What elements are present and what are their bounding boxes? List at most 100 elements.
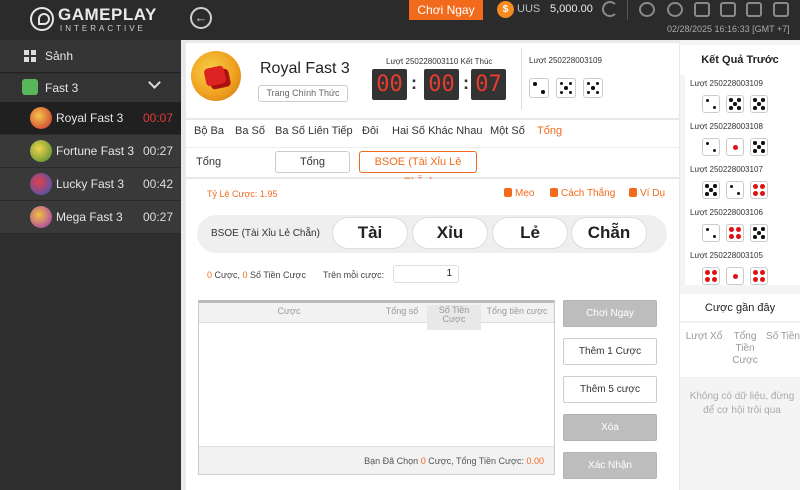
clear-button[interactable]: Xóa xyxy=(563,414,657,441)
die-pip xyxy=(705,184,709,188)
option-tai-button[interactable]: Tài xyxy=(332,217,408,249)
sidebar-item-countdown: 00:27 xyxy=(142,144,173,158)
tab-bo-ba[interactable]: Bộ Ba xyxy=(194,125,224,137)
die-pip xyxy=(712,277,718,283)
die-pip xyxy=(568,81,573,86)
previous-results-title: Kết Quả Trước xyxy=(680,45,800,75)
subtab-label: Tổng xyxy=(196,156,222,168)
sidebar-group-label: Fast 3 xyxy=(45,81,79,95)
book-icon[interactable] xyxy=(746,2,762,17)
tips-link[interactable]: Mẹo xyxy=(504,188,534,199)
die-pip xyxy=(761,235,765,239)
tab-ba-so[interactable]: Ba Số xyxy=(235,125,265,137)
die-pip xyxy=(753,98,757,102)
notes-icon[interactable] xyxy=(720,2,736,17)
tab-doi[interactable]: Đôi xyxy=(362,125,379,137)
tab-ba-so-lien-tiep[interactable]: Ba Số Liên Tiếp xyxy=(275,125,353,137)
sidebar-item-mega-fast-3[interactable]: Mega Fast 3 00:27 xyxy=(0,201,181,234)
die-pip xyxy=(736,191,741,196)
rules-icon[interactable] xyxy=(773,2,789,17)
currency-code: UUS xyxy=(517,3,541,15)
column-amount: Số Tiền xyxy=(766,331,800,342)
column-total-bet: Tổng tiền cược xyxy=(486,306,548,316)
die-pip xyxy=(761,141,765,145)
die-pip xyxy=(705,98,710,103)
sidebar-group-fast3[interactable]: Fast 3 xyxy=(0,74,181,102)
top-bar: GAMEPLAY INTERACTIVE ← Chơi Ngay $ UUS 5… xyxy=(0,0,800,40)
die-pip xyxy=(757,231,761,235)
sidebar-item-fortune-fast-3[interactable]: Fortune Fast 3 00:27 xyxy=(0,135,181,168)
sidebar-item-label: Lucky Fast 3 xyxy=(56,177,125,191)
timer-seconds: 07 xyxy=(471,69,506,100)
die-face-2-icon xyxy=(702,138,720,156)
die-pip xyxy=(757,145,761,149)
die-pip xyxy=(760,183,766,189)
odds-ratio: Tỷ Lệ Cược: 1.95 xyxy=(207,189,278,199)
sidebar-item-royal-fast-3[interactable]: Royal Fast 3 00:07 xyxy=(0,102,181,135)
die-pip xyxy=(761,149,765,153)
die-pip xyxy=(712,148,717,153)
tab-hai-so-khac-nhau[interactable]: Hai Số Khác Nhau xyxy=(392,125,483,137)
die-pip xyxy=(541,90,545,94)
die-pip xyxy=(760,191,766,197)
die-pip xyxy=(761,106,765,110)
example-link[interactable]: Ví Dụ xyxy=(629,188,665,199)
summary-mid: Cược, Tổng Tiền Cược: xyxy=(428,456,524,466)
die-pip xyxy=(564,86,568,90)
subtab-bsoe-button[interactable]: BSOE (Tài Xỉu Lẻ Chẵn) xyxy=(359,151,477,188)
sidebar-item-lucky-fast-3[interactable]: Lucky Fast 3 00:42 xyxy=(0,168,181,201)
die-pip xyxy=(732,144,738,150)
die-pip xyxy=(760,269,766,275)
options-label: BSOE (Tài Xỉu Lẻ Chẵn) xyxy=(211,228,320,239)
option-chan-button[interactable]: Chẵn xyxy=(571,217,647,249)
previous-round-label: Lượt 250228003109 xyxy=(529,56,602,65)
refresh-icon[interactable] xyxy=(602,1,618,17)
option-le-button[interactable]: Lẻ xyxy=(492,217,568,249)
confirm-button[interactable]: Xác Nhận xyxy=(563,452,657,479)
die-face-5-icon xyxy=(583,78,603,98)
book-icon xyxy=(550,188,558,197)
add-5-bets-button[interactable]: Thêm 5 cược xyxy=(563,376,657,403)
per-bet-input[interactable]: 1 xyxy=(393,265,459,283)
die-pip xyxy=(753,235,757,239)
column-bet: Cược xyxy=(277,306,301,316)
timer-colon: : xyxy=(411,73,417,93)
settings-icon[interactable] xyxy=(639,2,655,17)
die-face-2-icon xyxy=(702,224,720,242)
sidebar-lobby[interactable]: Sảnh xyxy=(0,40,181,73)
document-icon[interactable] xyxy=(694,2,710,17)
die-pip xyxy=(753,141,757,145)
die-face-4-icon xyxy=(750,181,768,199)
subtab-tong-button[interactable]: Tổng xyxy=(275,151,350,173)
column-round: Lượt Xổ xyxy=(685,331,723,342)
column-bet-amount: Số Tiền Cược xyxy=(427,305,481,330)
current-round-label: Lượt 250228003110 Kết Thúc xyxy=(386,57,493,66)
sidebar-item-countdown: 00:07 xyxy=(142,111,173,125)
play-now-top-button[interactable]: Chơi Ngay xyxy=(409,0,483,20)
brand-logo[interactable]: GAMEPLAY INTERACTIVE xyxy=(0,0,181,40)
grid-icon xyxy=(24,50,36,62)
tips-label: Mẹo xyxy=(515,188,535,199)
back-arrow-icon[interactable]: ← xyxy=(190,7,212,29)
how-to-win-link[interactable]: Cách Thắng xyxy=(550,188,615,199)
option-xiu-button[interactable]: Xỉu xyxy=(412,217,488,249)
history-icon[interactable] xyxy=(667,2,683,17)
die-pip xyxy=(752,183,758,189)
die-face-5-icon xyxy=(750,138,768,156)
table-header: Cược Tổng số Số Tiền Cược Tổng tiền cược xyxy=(199,303,554,330)
die-pip xyxy=(712,105,717,110)
bsoe-options: BSOE (Tài Xỉu Lẻ Chẵn) Tài Xỉu Lẻ Chẵn xyxy=(197,215,667,253)
die-face-4-icon xyxy=(702,267,720,285)
tab-mot-so[interactable]: Một Số xyxy=(490,125,525,137)
tab-tong[interactable]: Tổng xyxy=(537,125,562,137)
royal-fast-3-icon xyxy=(30,107,52,129)
official-site-button[interactable]: Trang Chính Thức xyxy=(258,85,348,102)
bet-amount-label: Số Tiền Cược xyxy=(250,270,306,280)
play-now-button[interactable]: Chơi Ngay xyxy=(563,300,657,327)
add-1-bet-button[interactable]: Thêm 1 Cược xyxy=(563,338,657,365)
sidebar-item-label: Fortune Fast 3 xyxy=(56,144,135,158)
die-pip xyxy=(761,98,765,102)
subtab-row: Tổng Tổng BSOE (Tài Xỉu Lẻ Chẵn) xyxy=(186,148,679,188)
chevron-down-icon[interactable] xyxy=(148,76,161,89)
die-pip xyxy=(752,277,758,283)
